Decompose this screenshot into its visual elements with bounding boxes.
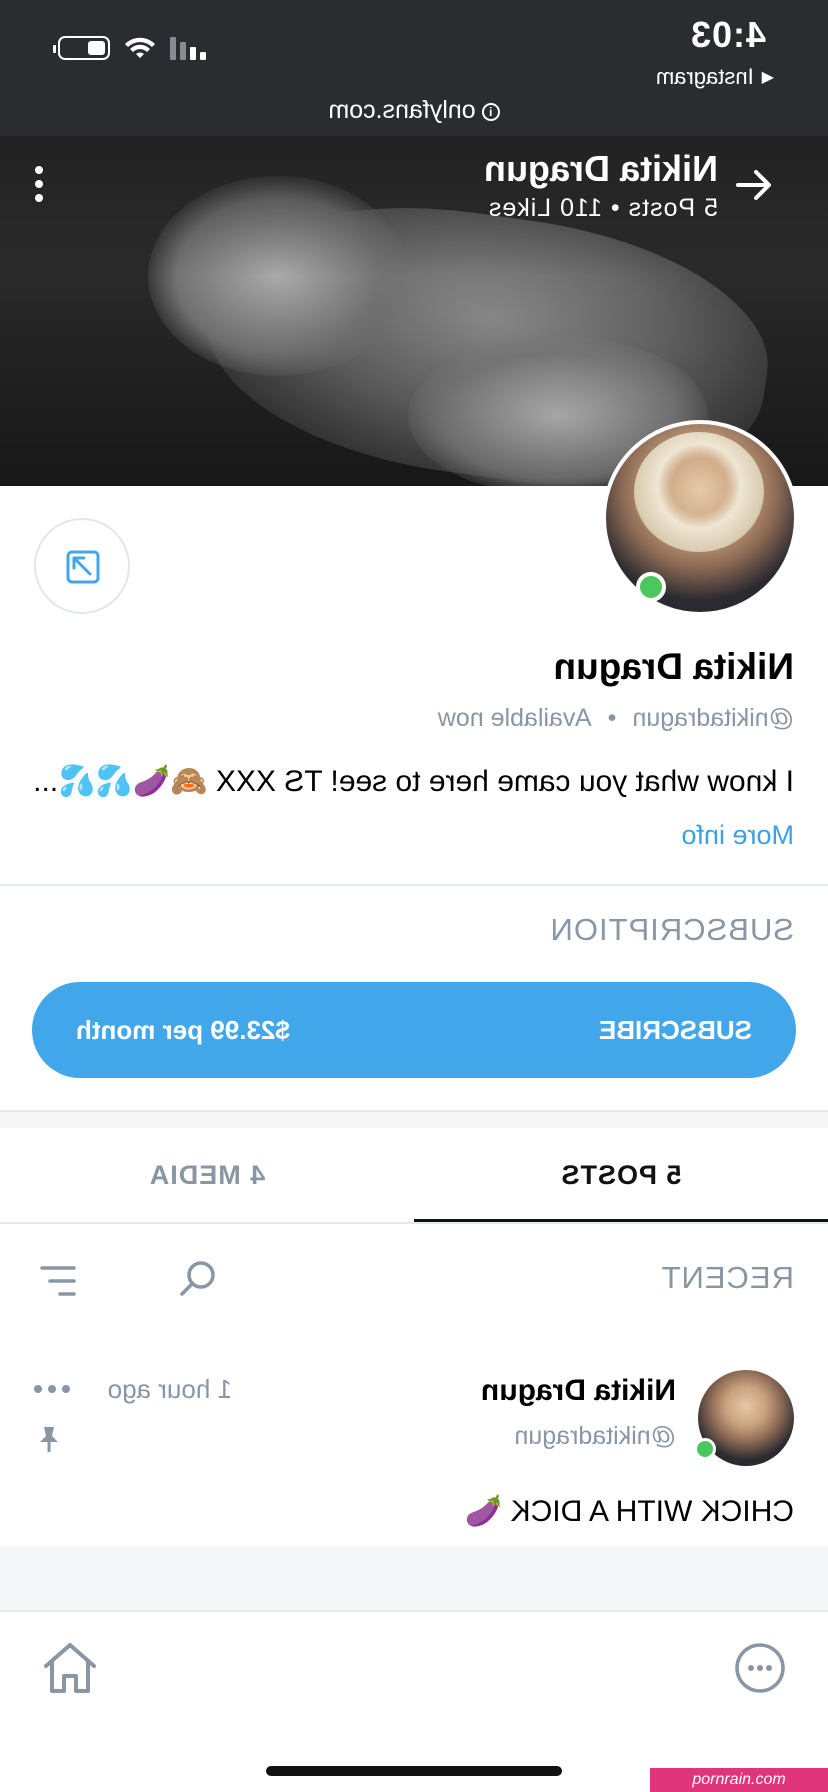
share-button[interactable] [34, 518, 130, 614]
divider [0, 884, 828, 886]
status-bar: 4:03 ◀ Instagram i onlyfans.com [0, 0, 828, 136]
separator-dot: • [607, 704, 617, 732]
kebab-menu-icon[interactable] [34, 166, 44, 202]
url-bar[interactable]: i onlyfans.com [0, 96, 828, 125]
post-footer [0, 1546, 828, 1610]
post-timestamp: 1 hour ago [107, 1374, 232, 1404]
subscription-price: $23.99 per month [76, 1014, 290, 1045]
pin-icon [40, 1427, 58, 1452]
share-icon [66, 550, 100, 584]
cover-title: Nikita Dragun [483, 148, 718, 189]
bottom-nav [0, 1610, 828, 1792]
subscribe-label: SUBSCRIBE [598, 1014, 752, 1045]
clock: 4:03 [689, 14, 766, 55]
info-icon: i [481, 103, 500, 121]
cellular-signal-icon [170, 36, 206, 60]
more-info-link[interactable]: More info [681, 820, 794, 851]
subscribe-button[interactable]: SUBSCRIBE $23.99 per month [32, 982, 796, 1078]
search-icon[interactable] [178, 1258, 218, 1298]
profile-handle-line: @nikitadragun • Available now [438, 704, 794, 733]
back-triangle-icon: ◀ [761, 69, 774, 86]
back-arrow-icon[interactable] [728, 160, 778, 210]
post-author-handle[interactable]: @nikitadragun [514, 1422, 676, 1451]
profile-bio: I know what you came here to see! TS XXX… [33, 765, 794, 798]
profile-handle: @nikitadragun [632, 704, 794, 732]
filter-icon[interactable] [38, 1264, 78, 1298]
tab-media[interactable]: 4 MEDIA [0, 1128, 414, 1222]
subscription-heading: SUBSCRIPTION [549, 912, 794, 947]
post-author-name[interactable]: Nikita Dragun [481, 1374, 676, 1408]
home-icon[interactable] [40, 1640, 100, 1696]
battery-icon [58, 36, 110, 60]
sort-label[interactable]: RECENT [661, 1260, 794, 1296]
online-indicator [694, 1438, 716, 1460]
online-indicator [636, 572, 666, 602]
profile-name: Nikita Dragun [553, 646, 794, 687]
divider [0, 1222, 828, 1224]
section-spacer [0, 1112, 828, 1128]
back-to-app-link[interactable]: ◀ Instagram [656, 64, 774, 90]
wifi-icon [125, 37, 155, 58]
chat-icon[interactable] [734, 1642, 786, 1694]
more-dots-icon[interactable] [34, 1385, 70, 1393]
profile-avatar[interactable] [602, 420, 798, 616]
back-app-label: Instagram [655, 64, 754, 89]
watermark: pornrain.com [650, 1768, 828, 1792]
cover-stats: 5 Posts • 110 Likes [487, 194, 718, 222]
post-text: CHICK WITH A DICK 🍆 [464, 1495, 794, 1528]
mirrored-screen: 4:03 ◀ Instagram i onlyfans.com Nikita Dr… [0, 0, 828, 1792]
availability-status: Available now [437, 704, 592, 732]
tab-posts[interactable]: 5 POSTS [414, 1128, 828, 1222]
status-icons [58, 36, 206, 60]
home-indicator [266, 1766, 562, 1776]
url-text: onlyfans.com [328, 96, 476, 124]
